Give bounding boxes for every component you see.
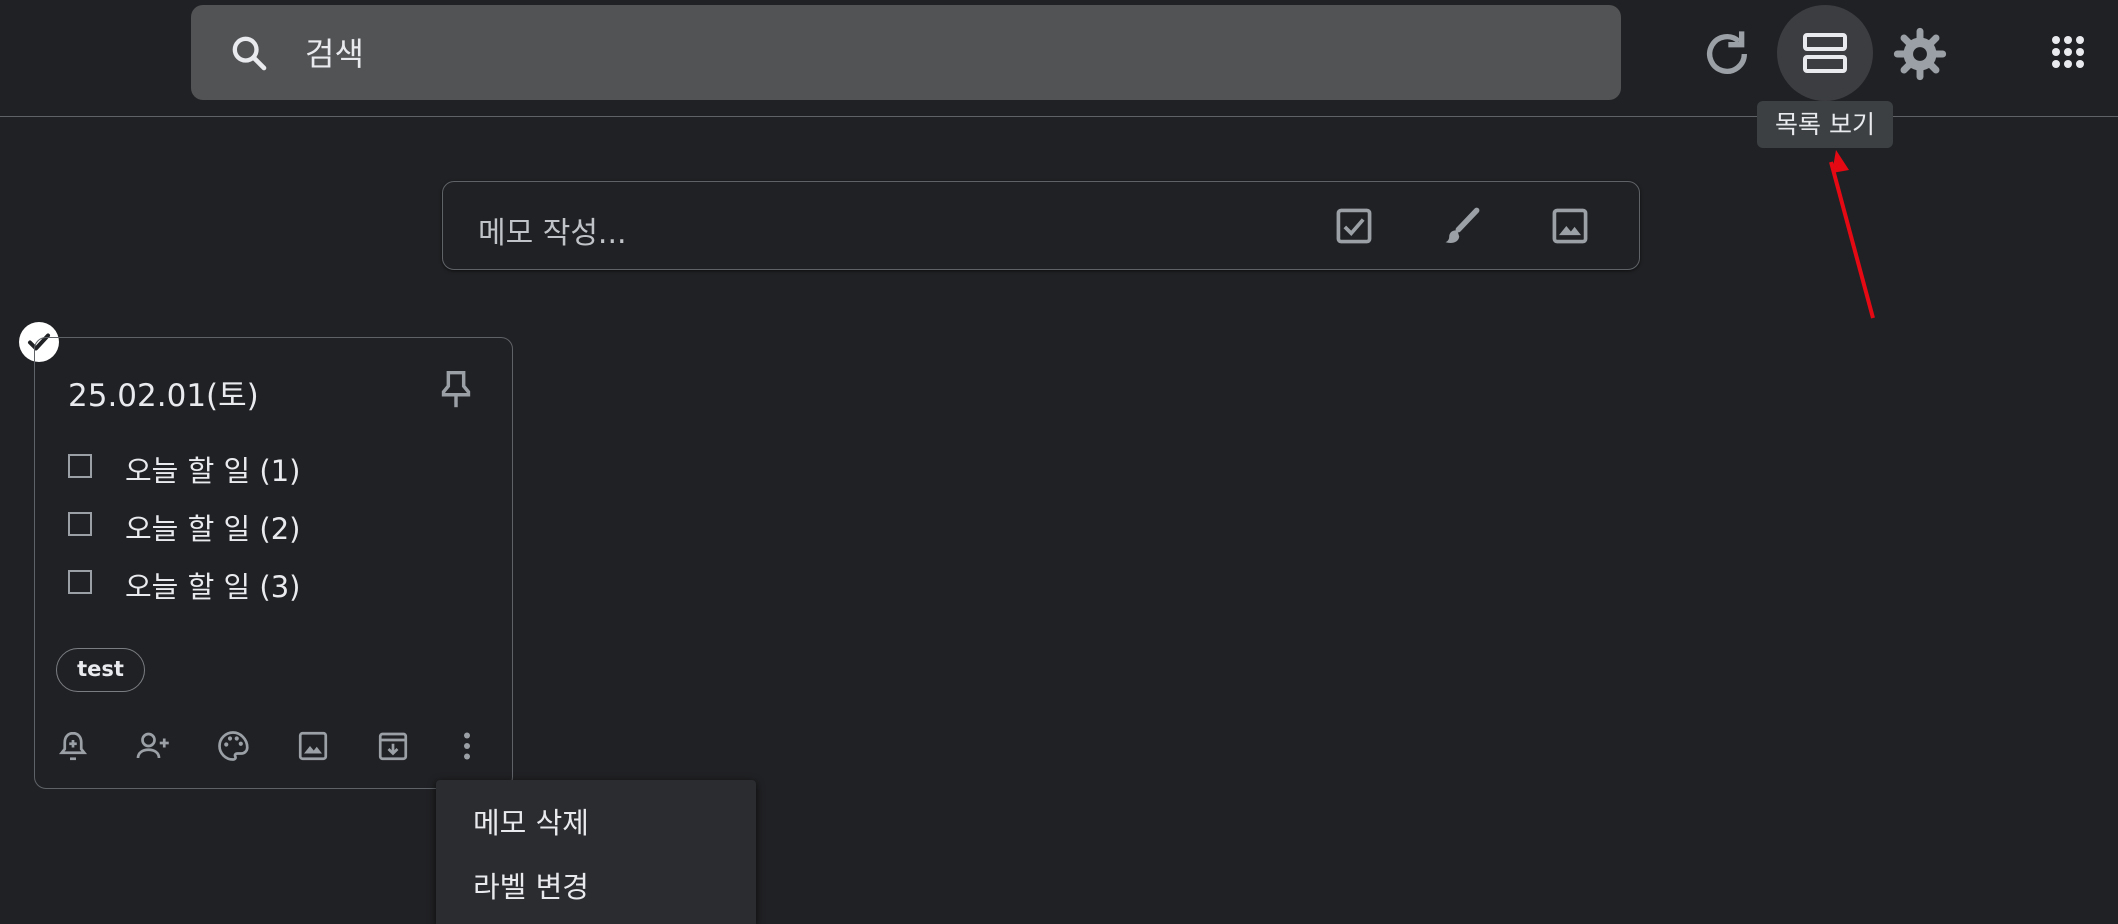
search-bar[interactable]: 검색 bbox=[191, 5, 1621, 100]
image-icon[interactable] bbox=[1548, 204, 1592, 248]
more-icon[interactable] bbox=[449, 728, 485, 764]
collaborator-icon[interactable] bbox=[135, 728, 171, 764]
composer-input[interactable]: 메모 작성... bbox=[478, 208, 627, 252]
label-chip[interactable]: test bbox=[56, 648, 145, 692]
checkbox-icon[interactable] bbox=[1332, 204, 1376, 248]
item-label[interactable]: 오늘 할 일 (3) bbox=[125, 564, 300, 606]
item-checkbox[interactable] bbox=[68, 570, 92, 594]
menu-item-delete-note[interactable]: 메모 삭제 bbox=[473, 800, 589, 842]
reminder-icon[interactable] bbox=[55, 728, 91, 764]
image-icon[interactable] bbox=[295, 728, 331, 764]
item-checkbox[interactable] bbox=[68, 454, 92, 478]
palette-icon[interactable] bbox=[215, 728, 251, 764]
pin-icon[interactable] bbox=[433, 366, 479, 412]
note-context-menu: 메모 삭제 라벨 변경 bbox=[436, 780, 756, 924]
item-label[interactable]: 오늘 할 일 (2) bbox=[125, 506, 300, 548]
apps-grid-icon[interactable] bbox=[2036, 20, 2100, 84]
note-composer[interactable]: 메모 작성... bbox=[442, 181, 1640, 270]
search-input[interactable]: 검색 bbox=[305, 29, 364, 75]
note-card[interactable]: 25.02.01(토) 오늘 할 일 (1) 오늘 할 일 (2) 오늘 할 일… bbox=[34, 337, 513, 789]
archive-icon[interactable] bbox=[375, 728, 411, 764]
list-view-button[interactable] bbox=[1777, 5, 1873, 101]
list-view-icon bbox=[1803, 33, 1847, 73]
brush-icon[interactable] bbox=[1440, 204, 1484, 248]
refresh-icon[interactable] bbox=[1695, 22, 1759, 86]
item-checkbox[interactable] bbox=[68, 512, 92, 536]
note-title: 25.02.01(토) bbox=[68, 378, 259, 414]
menu-item-change-label[interactable]: 라벨 변경 bbox=[473, 864, 589, 906]
item-label[interactable]: 오늘 할 일 (1) bbox=[125, 448, 300, 490]
top-bar: 검색 bbox=[0, 0, 2118, 117]
gear-icon[interactable] bbox=[1888, 22, 1952, 86]
annotation-arrow bbox=[1829, 150, 1875, 319]
search-icon[interactable] bbox=[229, 33, 269, 73]
